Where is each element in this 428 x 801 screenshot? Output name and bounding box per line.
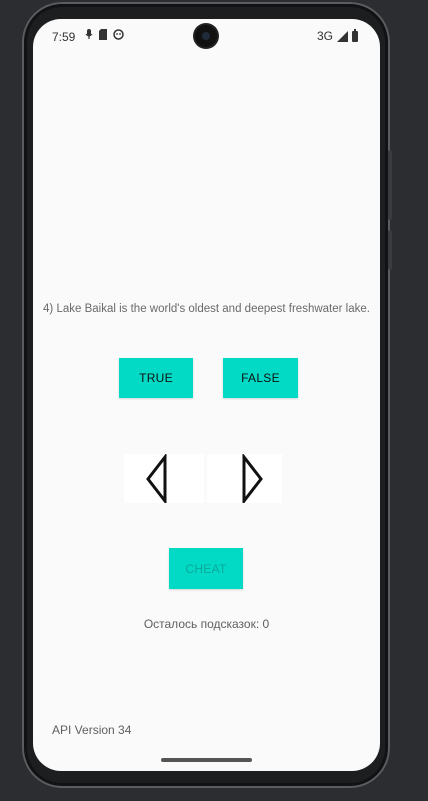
sd-card-icon — [99, 29, 107, 43]
mic-icon — [85, 29, 93, 43]
status-bar: 7:59 3G — [33, 19, 380, 55]
triangle-right-icon — [242, 454, 263, 503]
android-icon — [113, 29, 124, 43]
status-time: 7:59 — [52, 30, 76, 44]
true-button[interactable]: TRUE — [119, 358, 193, 398]
question-text: 4) Lake Baikal is the world's oldest and… — [43, 303, 370, 315]
battery-icon — [352, 28, 358, 42]
false-button[interactable]: FALSE — [223, 358, 298, 398]
app-screen: 7:59 3G 4) Lake Baikal is the world's ol… — [33, 19, 380, 771]
next-button[interactable] — [207, 454, 282, 503]
front-camera — [195, 25, 217, 47]
cheat-button[interactable]: CHEAT — [169, 548, 243, 589]
hints-remaining-text: Осталось подсказок: 0 — [143, 617, 270, 631]
home-gesture-bar[interactable] — [161, 758, 252, 762]
api-version-text: API Version 34 — [52, 723, 132, 737]
power-button — [388, 230, 392, 270]
prev-button[interactable] — [124, 454, 204, 503]
signal-icon — [337, 30, 348, 42]
triangle-left-icon — [146, 454, 167, 503]
network-type: 3G — [316, 29, 333, 43]
status-right-icons: 3G — [316, 28, 358, 43]
volume-button — [388, 150, 392, 220]
status-left-icons — [85, 29, 124, 43]
